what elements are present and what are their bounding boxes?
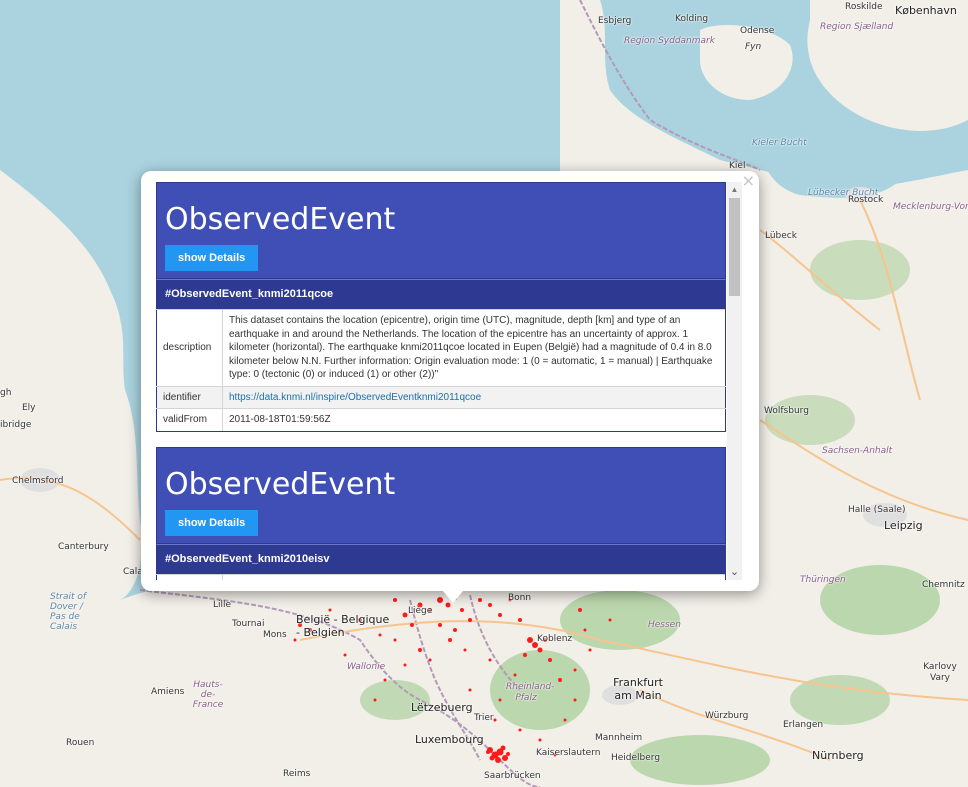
map-label-thuringen: Thüringen: [800, 575, 846, 585]
show-details-button[interactable]: show Details: [165, 245, 259, 271]
event-id: #ObservedEvent_knmi2010eisv: [156, 543, 726, 574]
event-card: ObservedEvent show Details #ObservedEven…: [156, 446, 726, 580]
map-label-liege: Liège: [408, 606, 433, 616]
property-value: [222, 573, 726, 580]
map-label-odense: Odense: [740, 26, 775, 36]
map-label-koblenz: Koblenz: [537, 634, 573, 644]
map-label-hauts-de-france: Hauts-de-France: [192, 680, 224, 710]
property-key: identifier: [156, 385, 223, 409]
map-label-ibridge: ibridge: [0, 420, 32, 430]
map-label-karlovy-vary: Karlovy Vary: [923, 662, 957, 683]
map-label-mannheim: Mannheim: [595, 733, 643, 743]
event-id: #ObservedEvent_knmi2011qcoe: [156, 279, 726, 309]
map-label-lille: Lille: [213, 600, 232, 610]
event-header: ObservedEvent show Details: [156, 182, 726, 279]
map-label-rouen: Rouen: [66, 738, 95, 748]
table-row: description This dataset contains the lo…: [156, 309, 726, 387]
event-title: ObservedEvent: [165, 202, 396, 237]
map-label-ely: Ely: [22, 403, 36, 413]
map-label-lubeck: Lübeck: [765, 231, 797, 241]
map-label-tournai: Tournai: [232, 619, 265, 629]
map-label-region-syddanmark: Region Syddanmark: [624, 36, 715, 46]
map-label-kolding: Kolding: [675, 14, 709, 24]
map-label-nurnberg: Nürnberg: [812, 749, 864, 762]
event-properties-table: description This dataset contains the lo…: [156, 309, 726, 432]
map-label-gh: gh: [0, 388, 12, 398]
show-details-button[interactable]: show Details: [165, 509, 259, 536]
popup-scroll-area[interactable]: ObservedEvent show Details #ObservedEven…: [156, 182, 726, 580]
table-row: validFrom 2011-08-18T01:59:56Z: [156, 408, 726, 432]
popup-scrollbar[interactable]: ▲ ⌄: [727, 182, 742, 580]
scroll-down-chevron-icon[interactable]: ⌄: [727, 565, 742, 580]
map-label-trier: Trier: [474, 713, 494, 723]
map-label-wallonie: Wallonie: [347, 662, 386, 672]
event-properties-table: [156, 573, 726, 580]
feature-popup: × ObservedEvent show Details #ObservedEv…: [141, 171, 759, 591]
map-label-sachsen-anhalt: Sachsen-Anhalt: [822, 446, 893, 456]
map-label-frankfurt: Frankfurt am Main: [613, 676, 663, 702]
map-label-canterbury: Canterbury: [58, 542, 109, 552]
property-key: [156, 573, 223, 580]
map-label-strait: Strait of Dover / Pas de Calais: [50, 592, 87, 632]
identifier-link[interactable]: https://data.knmi.nl/inspire/ObservedEve…: [229, 392, 481, 403]
map-label-heidelberg: Heidelberg: [611, 753, 661, 763]
map-label-erlangen: Erlangen: [783, 720, 824, 730]
event-header: ObservedEvent show Details: [156, 446, 726, 544]
map-label-amiens: Amiens: [151, 687, 185, 697]
map-label-kieler-bucht: Kieler Bucht: [752, 138, 807, 148]
map-label-wurzburg: Würzburg: [705, 711, 749, 721]
scroll-up-arrow-icon[interactable]: ▲: [727, 182, 742, 197]
map-label-letzebuerg: Lëtzebuerg: [411, 701, 473, 714]
property-key: validFrom: [156, 408, 223, 432]
map-label-fyn: Fyn: [745, 42, 762, 52]
map-label-wolfsburg: Wolfsburg: [764, 406, 809, 416]
map-label-belgie: België - Belgique - Belgien: [296, 613, 390, 639]
map-label-chelmsford: Chelmsford: [12, 476, 64, 486]
map-label-mons: Mons: [263, 630, 287, 640]
map-label-bonn: Bonn: [508, 593, 532, 603]
property-value: This dataset contains the location (epic…: [222, 309, 726, 387]
property-value: https://data.knmi.nl/inspire/ObservedEve…: [222, 385, 726, 409]
table-row: identifier https://data.knmi.nl/inspire/…: [156, 385, 726, 409]
map-label-reims: Reims: [283, 769, 311, 779]
map-label-rheinland-pfalz: Rheinland-Pfalz: [506, 682, 555, 703]
event-card: ObservedEvent show Details #ObservedEven…: [156, 182, 726, 432]
table-row: [156, 573, 726, 580]
map-label-chemnitz: Chemnitz: [922, 580, 965, 590]
event-title: ObservedEvent: [165, 466, 396, 502]
map-label-luxembourg: Luxembourg: [415, 733, 484, 746]
map-label-halle: Halle (Saale): [848, 505, 906, 515]
map-label-leipzig: Leipzig: [884, 519, 923, 532]
map-label-roskilde: Roskilde: [845, 2, 883, 12]
map-label-kaiserslautern: Kaiserslautern: [536, 748, 601, 758]
property-value: 2011-08-18T01:59:56Z: [222, 408, 726, 432]
scrollbar-thumb[interactable]: [729, 198, 740, 296]
map-label-kiel: Kiel: [729, 161, 746, 171]
map-label-region-sjaelland: Region Sjælland: [820, 22, 894, 32]
map-label-kobenhavn: København: [895, 4, 957, 17]
popup-tip: [443, 591, 463, 603]
map-label-hessen: Hessen: [648, 620, 681, 630]
map-label-rostock: Rostock: [848, 195, 884, 205]
property-key: description: [156, 309, 223, 387]
map-label-saarbrucken: Saarbrücken: [484, 771, 541, 781]
map-label-mecklenburg: Mecklenburg-Vorpommern: [893, 202, 968, 212]
map-label-esbjerg: Esbjerg: [598, 16, 632, 26]
popup-close-button[interactable]: ×: [742, 173, 755, 189]
